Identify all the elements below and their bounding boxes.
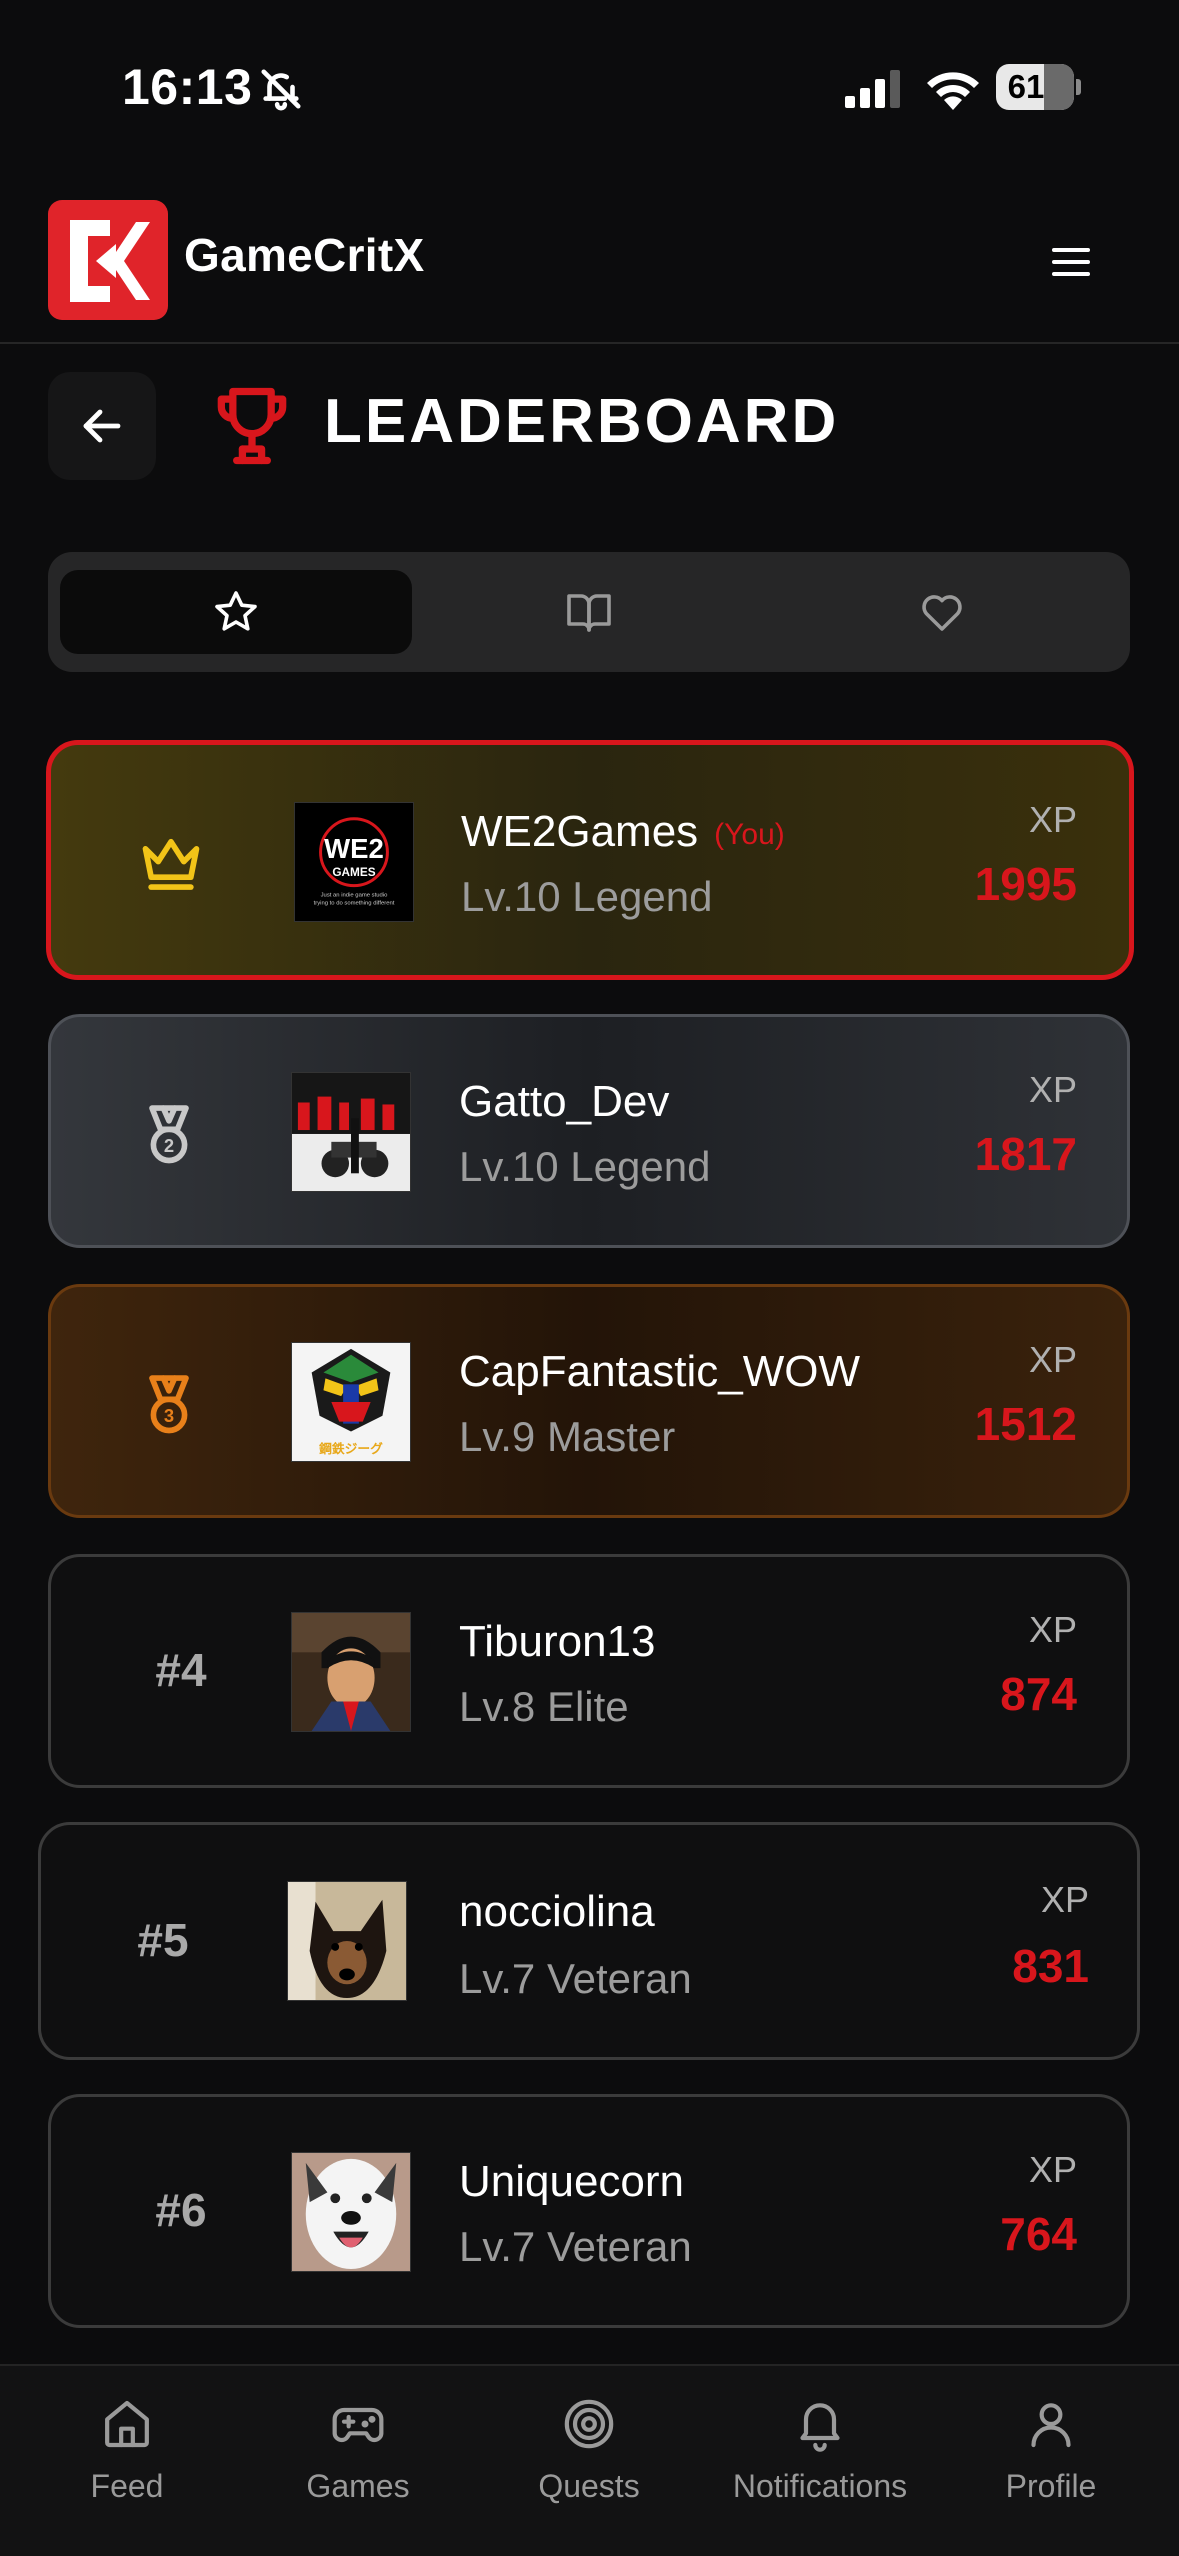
leaderboard-tabs bbox=[48, 552, 1130, 672]
back-button[interactable] bbox=[48, 372, 156, 480]
username: CapFantastic_WOW bbox=[459, 1347, 860, 1396]
trophy-icon bbox=[217, 387, 287, 465]
nav-label: Quests bbox=[538, 2468, 640, 2504]
user-level: Lv.10 Legend bbox=[461, 873, 713, 920]
xp-label: XP bbox=[1040, 1879, 1089, 1920]
xp-label: XP bbox=[1028, 799, 1077, 840]
heart-icon bbox=[922, 595, 962, 631]
nav-label: Notifications bbox=[732, 2468, 908, 2504]
username: Gatto_Dev bbox=[459, 1077, 670, 1126]
star-icon bbox=[215, 591, 257, 631]
user-level: Lv.7 Veteran bbox=[459, 1955, 692, 2002]
nav-quests[interactable]: Quests bbox=[489, 2396, 689, 2526]
user-level: Lv.7 Veteran bbox=[459, 2223, 692, 2270]
user-level: Lv.9 Master bbox=[459, 1413, 676, 1460]
xp-label: XP bbox=[1028, 1069, 1077, 1110]
battery-percent: 61 bbox=[1007, 68, 1045, 105]
tab-reviews[interactable] bbox=[413, 570, 765, 654]
username: WE2Games (You) bbox=[461, 807, 785, 857]
leaderboard-entry-3[interactable]: 3 鋼鉄ジーグ CapFantastic_WOW Lv.9 Master XP … bbox=[48, 1284, 1130, 1518]
xp-label: XP bbox=[1028, 2149, 1077, 2190]
xp-value: 1817 bbox=[974, 1128, 1077, 1180]
app-header: GameCritX bbox=[0, 170, 1179, 344]
xp-value: 831 bbox=[1012, 1940, 1089, 1992]
username: nocciolina bbox=[459, 1887, 655, 1936]
nav-label: Feed bbox=[90, 2468, 164, 2504]
rank-number: #5 bbox=[137, 1914, 189, 1966]
status-time: 16:13 bbox=[122, 59, 253, 115]
arrow-left-icon bbox=[83, 409, 121, 443]
avatar[interactable] bbox=[287, 1881, 407, 2001]
leaderboard-entry-6[interactable]: #6 Uniquecorn Lv.7 Veteran XP 764 bbox=[48, 2094, 1130, 2328]
nav-label: Profile bbox=[1005, 2468, 1097, 2504]
avatar[interactable] bbox=[291, 2152, 411, 2272]
you-tag: (You) bbox=[714, 818, 785, 851]
xp-label: XP bbox=[1028, 1609, 1077, 1650]
book-open-icon bbox=[567, 594, 611, 632]
leaderboard-entry-5[interactable]: #5 nocciolina Lv.7 Veteran XP 831 bbox=[38, 1822, 1140, 2060]
tab-likes[interactable] bbox=[766, 570, 1118, 654]
avatar[interactable]: 鋼鉄ジーグ bbox=[291, 1342, 411, 1462]
rank-number: #4 bbox=[155, 1644, 207, 1696]
avatar[interactable] bbox=[291, 1612, 411, 1732]
battery-indicator: 61 bbox=[996, 64, 1081, 110]
xp-value: 1512 bbox=[974, 1398, 1077, 1450]
avatar-caption-line-2: trying to do something different bbox=[314, 900, 395, 906]
avatar[interactable]: WE2 GAMES Just an indie game studio tryi… bbox=[294, 802, 414, 922]
avatar-caption-line-1: Just an indie game studio bbox=[321, 892, 389, 898]
avatar[interactable] bbox=[291, 1072, 411, 1192]
page-title: LEADERBOARD bbox=[324, 387, 840, 456]
svg-text:3: 3 bbox=[164, 1405, 174, 1426]
bell-off-icon bbox=[261, 69, 301, 111]
nav-games[interactable]: Games bbox=[258, 2396, 458, 2526]
avatar-caption: 鋼鉄ジーグ bbox=[318, 1441, 383, 1457]
hamburger-menu-icon[interactable] bbox=[1048, 242, 1094, 282]
nav-notifications[interactable]: Notifications bbox=[720, 2396, 920, 2526]
wifi-icon bbox=[927, 72, 979, 110]
gamepad-icon bbox=[332, 2407, 384, 2443]
tab-xp[interactable] bbox=[60, 570, 412, 654]
crown-icon bbox=[142, 838, 200, 890]
target-icon bbox=[564, 2399, 614, 2449]
user-icon bbox=[1031, 2403, 1071, 2448]
bronze-medal-icon: 3 bbox=[149, 1375, 189, 1434]
leaderboard-entry-1[interactable]: WE2 GAMES Just an indie game studio tryi… bbox=[46, 740, 1134, 980]
username: Tiburon13 bbox=[459, 1617, 656, 1666]
username-text: WE2Games bbox=[461, 807, 699, 856]
rank-number: #6 bbox=[155, 2184, 207, 2236]
battery-body: 61 bbox=[996, 64, 1074, 110]
silver-medal-icon: 2 bbox=[149, 1105, 189, 1164]
leaderboard-entry-4[interactable]: #4 Tiburon13 Lv.8 Elite XP 874 bbox=[48, 1554, 1130, 1788]
home-icon bbox=[105, 2400, 149, 2448]
xp-value: 764 bbox=[1000, 2208, 1077, 2260]
xp-label: XP bbox=[1028, 1339, 1077, 1380]
status-bar: 16:13 61 bbox=[0, 0, 1179, 170]
user-level: Lv.10 Legend bbox=[459, 1143, 711, 1190]
bottom-navigation: Feed Games Quests Notifications Profile bbox=[0, 2364, 1179, 2556]
nav-label: Games bbox=[306, 2468, 410, 2504]
nav-feed[interactable]: Feed bbox=[27, 2396, 227, 2526]
avatar-logo-text: WE2 bbox=[324, 833, 384, 864]
cellular-signal-icon bbox=[845, 70, 900, 108]
brand-name: GameCritX bbox=[184, 229, 425, 281]
xp-value: 1995 bbox=[974, 858, 1077, 910]
battery-tip bbox=[1076, 79, 1081, 95]
nav-profile[interactable]: Profile bbox=[951, 2396, 1151, 2526]
leaderboard-entry-2[interactable]: 2 Gatto_Dev Lv.10 Legend XP 1817 bbox=[48, 1014, 1130, 1248]
bell-icon bbox=[800, 2403, 840, 2452]
avatar-logo-subtext: GAMES bbox=[332, 865, 375, 879]
user-level: Lv.8 Elite bbox=[459, 1683, 629, 1730]
xp-value: 874 bbox=[1000, 1668, 1077, 1720]
gamecritx-logo[interactable] bbox=[48, 200, 168, 320]
username: Uniquecorn bbox=[459, 2157, 685, 2206]
svg-text:2: 2 bbox=[164, 1135, 174, 1156]
logo-mark-icon bbox=[70, 220, 150, 302]
